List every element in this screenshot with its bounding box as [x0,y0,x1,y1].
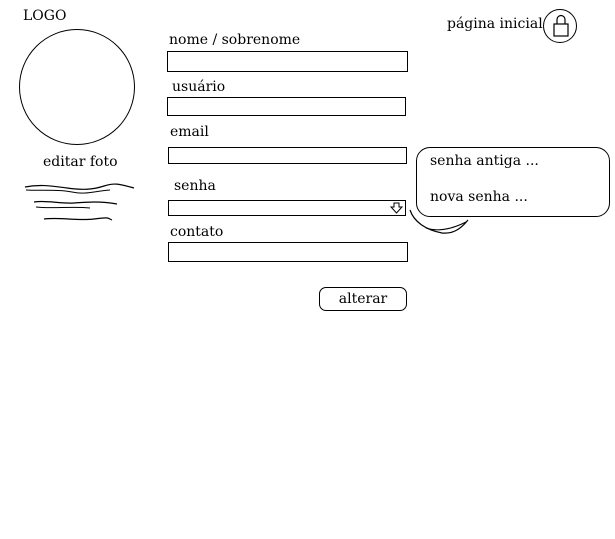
name-field[interactable] [167,51,408,72]
home-link[interactable]: página inicial [447,16,543,32]
alterar-button[interactable]: alterar [319,287,407,311]
lock-icon [553,14,569,37]
email-field[interactable] [168,147,407,164]
name-label: nome / sobrenome [169,32,301,48]
password-select[interactable] [168,200,406,216]
new-password-option[interactable]: nova senha ... [430,189,528,205]
username-label: usuário [172,79,226,95]
username-field[interactable] [167,97,406,116]
chevron-down-icon [390,202,403,214]
password-label: senha [174,178,216,194]
contact-label: contato [170,224,224,240]
scribble-text-placeholder [24,183,135,221]
password-options-popover: senha antiga ... nova senha ... [416,147,610,217]
old-password-option[interactable]: senha antiga ... [430,153,539,169]
logo: LOGO [23,8,67,24]
edit-photo-link[interactable]: editar foto [43,154,118,170]
logout-button[interactable] [543,9,577,43]
contact-field[interactable] [168,242,408,262]
email-label: email [170,124,209,140]
avatar [19,29,135,145]
